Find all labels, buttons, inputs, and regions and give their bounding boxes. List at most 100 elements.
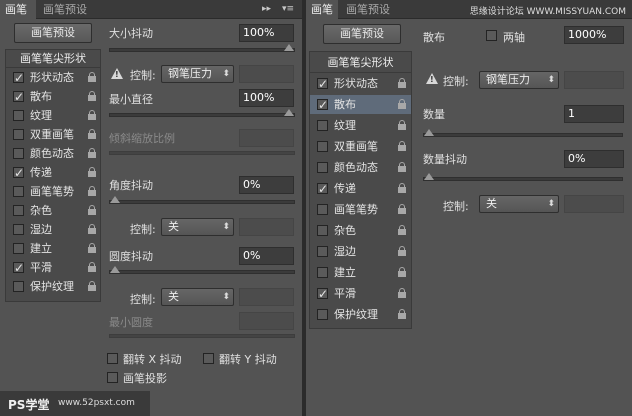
item-checkbox[interactable] [317,285,328,304]
item-checkbox[interactable] [317,120,328,131]
brush-tip-shape-item[interactable]: 画笔笔尖形状 [6,50,100,68]
lock-icon[interactable] [88,91,96,101]
lock-icon[interactable] [88,72,96,82]
lock-icon[interactable] [398,78,406,88]
item-checkbox[interactable] [317,96,328,115]
list-item[interactable]: 建立 [310,263,411,282]
list-item[interactable]: 形状动态 [6,68,100,88]
lock-icon[interactable] [398,183,406,193]
list-item[interactable]: 建立 [6,239,100,258]
lock-icon[interactable] [398,141,406,151]
item-checkbox[interactable] [13,281,24,292]
angle-control-select[interactable]: 关 ⬍ [161,218,234,236]
lock-icon[interactable] [398,120,406,130]
item-checkbox[interactable] [13,129,24,140]
count-slider[interactable] [423,129,623,137]
lock-icon[interactable] [88,281,96,291]
scatter-field[interactable]: 1000% [564,26,624,44]
tab-brush-presets[interactable]: 画笔预设 [341,0,395,19]
angle-jitter-slider[interactable] [109,196,295,204]
slider-thumb[interactable] [424,173,434,180]
list-item[interactable]: 形状动态 [310,74,411,94]
lock-icon[interactable] [398,267,406,277]
list-item[interactable]: 颜色动态 [6,144,100,163]
list-item[interactable]: 湿边 [6,220,100,239]
item-checkbox[interactable] [317,180,328,199]
lock-icon[interactable] [88,148,96,158]
brush-presets-button[interactable]: 画笔预设 [323,24,401,44]
list-item[interactable]: 保护纹理 [310,305,411,324]
item-checkbox[interactable] [13,243,24,254]
min-diameter-slider[interactable] [109,109,295,117]
item-checkbox[interactable] [13,110,24,121]
size-jitter-field[interactable]: 100% [239,24,294,42]
item-checkbox[interactable] [317,267,328,278]
item-checkbox[interactable] [317,225,328,236]
list-item[interactable]: 散布 [310,95,411,115]
list-item[interactable]: 纹理 [310,116,411,135]
tab-brush[interactable]: 画笔 [306,0,338,19]
list-item[interactable]: 杂色 [6,201,100,220]
list-item[interactable]: 平滑 [310,284,411,304]
list-item[interactable]: 纹理 [6,106,100,125]
slider-thumb[interactable] [284,44,294,51]
control-select[interactable]: 钢笔压力 ⬍ [479,71,559,89]
slider-thumb[interactable] [284,109,294,116]
tab-brush[interactable]: 画笔 [0,0,36,19]
item-checkbox[interactable] [13,88,24,107]
list-item[interactable]: 传递 [310,179,411,199]
list-item[interactable]: 画笔笔势 [310,200,411,219]
brush-presets-button[interactable]: 画笔预设 [14,23,92,43]
lock-icon[interactable] [398,225,406,235]
brush-tip-shape-item[interactable]: 画笔笔尖形状 [310,52,411,73]
lock-icon[interactable] [398,309,406,319]
item-checkbox[interactable] [13,69,24,88]
count-control-select[interactable]: 关 ⬍ [479,195,559,213]
count-jitter-slider[interactable] [423,173,623,181]
panel-menu-icon[interactable]: ▾≡ [282,0,294,19]
lock-icon[interactable] [88,186,96,196]
list-item[interactable]: 保护纹理 [6,277,100,296]
item-checkbox[interactable] [317,75,328,94]
lock-icon[interactable] [398,246,406,256]
slider-thumb[interactable] [424,129,434,136]
min-diameter-field[interactable]: 100% [239,89,294,107]
item-checkbox[interactable] [13,148,24,159]
lock-icon[interactable] [88,224,96,234]
lock-icon[interactable] [398,99,406,109]
item-checkbox[interactable] [317,204,328,215]
brush-projection-checkbox[interactable] [107,372,118,383]
item-checkbox[interactable] [13,259,24,278]
list-item[interactable]: 杂色 [310,221,411,240]
roundness-jitter-field[interactable]: 0% [239,247,294,265]
item-checkbox[interactable] [317,246,328,257]
item-checkbox[interactable] [13,164,24,183]
item-checkbox[interactable] [13,186,24,197]
list-item[interactable]: 颜色动态 [310,158,411,177]
tab-brush-presets[interactable]: 画笔预设 [38,0,92,19]
item-checkbox[interactable] [13,205,24,216]
list-item[interactable]: 双重画笔 [310,137,411,156]
control-select[interactable]: 钢笔压力 ⬍ [161,65,234,83]
roundness-control-select[interactable]: 关 ⬍ [161,288,234,306]
both-axes-checkbox[interactable] [486,30,497,41]
angle-jitter-field[interactable]: 0% [239,176,294,194]
list-item[interactable]: 散布 [6,87,100,107]
lock-icon[interactable] [398,162,406,172]
list-item[interactable]: 湿边 [310,242,411,261]
list-item[interactable]: 画笔笔势 [6,182,100,201]
count-jitter-field[interactable]: 0% [564,150,624,168]
list-item[interactable]: 传递 [6,163,100,183]
lock-icon[interactable] [88,243,96,253]
slider-thumb[interactable] [110,266,120,273]
size-jitter-slider[interactable] [109,44,295,52]
list-item[interactable]: 平滑 [6,258,100,278]
lock-icon[interactable] [88,110,96,120]
list-item[interactable]: 双重画笔 [6,125,100,144]
flip-y-checkbox[interactable] [203,353,214,364]
count-field[interactable]: 1 [564,105,624,123]
lock-icon[interactable] [398,204,406,214]
lock-icon[interactable] [88,129,96,139]
item-checkbox[interactable] [13,224,24,235]
item-checkbox[interactable] [317,141,328,152]
